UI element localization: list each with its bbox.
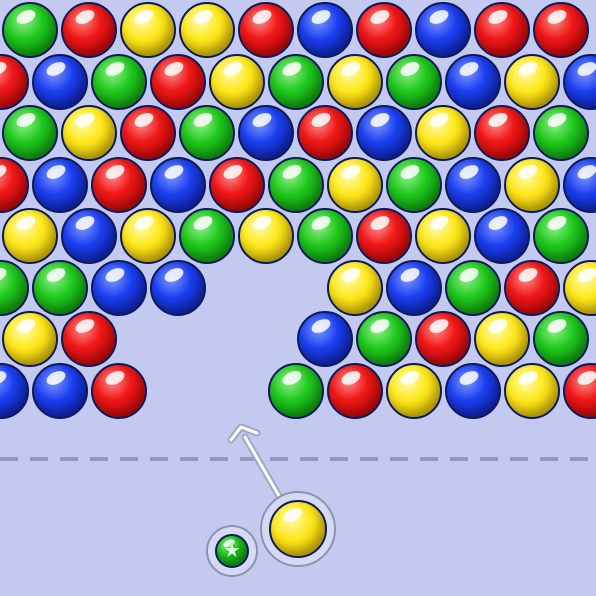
current-bubble[interactable]: [269, 500, 327, 558]
bubble-yellow: [474, 311, 530, 367]
bubble-red: [533, 2, 589, 58]
bubble-yellow: [238, 208, 294, 264]
bubble-blue: [563, 156, 596, 213]
bubble-green: [179, 208, 235, 264]
bubble-red: [61, 2, 117, 58]
bubble-yellow: [209, 53, 265, 110]
bubble-yellow: [563, 259, 596, 316]
bubble-yellow: [415, 208, 471, 264]
bubble-yellow: [179, 2, 235, 58]
bubble-green: [0, 259, 29, 316]
deadline-line: [0, 457, 596, 461]
bubble-green: [268, 156, 324, 213]
bubble-yellow: [61, 105, 117, 161]
bubble-red: [356, 208, 412, 264]
bubble-blue: [356, 105, 412, 161]
bubble-blue: [238, 105, 294, 161]
bubble-blue: [297, 2, 353, 58]
bubble-green: [179, 105, 235, 161]
bubble-green: [2, 2, 58, 58]
bubble-green: [533, 208, 589, 264]
bubble-green: [91, 53, 147, 110]
bubble-yellow: [120, 2, 176, 58]
bubble-yellow: [415, 105, 471, 161]
bubble-red: [356, 2, 412, 58]
bubble-yellow: [327, 259, 383, 316]
bubble-red: [209, 156, 265, 213]
bubble-green: [2, 105, 58, 161]
bubble-green: [297, 208, 353, 264]
game-area[interactable]: ★: [0, 0, 596, 596]
star-icon: ★: [223, 538, 241, 562]
bubble-blue: [415, 2, 471, 58]
bubble-yellow: [327, 53, 383, 110]
bubble-red: [91, 362, 147, 419]
bubble-red: [0, 156, 29, 213]
bubble-red: [474, 2, 530, 58]
bubble-red: [504, 259, 560, 316]
bubble-green: [533, 105, 589, 161]
bubble-yellow: [2, 208, 58, 264]
bubble-blue: [32, 156, 88, 213]
bubble-blue: [61, 208, 117, 264]
bubble-green: [356, 311, 412, 367]
bubble-green: [445, 259, 501, 316]
bubble-red: [0, 53, 29, 110]
bubble-yellow: [327, 156, 383, 213]
bubble-blue: [445, 156, 501, 213]
bubble-yellow: [2, 311, 58, 367]
bubble-green: [386, 156, 442, 213]
bubble-red: [563, 362, 596, 419]
bubble-blue: [0, 362, 29, 419]
bubble-yellow: [504, 53, 560, 110]
bubble-red: [297, 105, 353, 161]
bubble-blue: [386, 259, 442, 316]
bubble-red: [61, 311, 117, 367]
bubble-blue: [445, 53, 501, 110]
bubble-red: [120, 105, 176, 161]
bubble-green: [32, 259, 88, 316]
bubble-green: [268, 362, 324, 419]
bubble-yellow: [504, 156, 560, 213]
bubble-red: [474, 105, 530, 161]
bubble-green: [268, 53, 324, 110]
bubble-blue: [32, 53, 88, 110]
bubble-blue: [150, 259, 206, 316]
bubble-blue: [150, 156, 206, 213]
bubble-yellow: [386, 362, 442, 419]
bubble-green: [386, 53, 442, 110]
bubble-yellow: [504, 362, 560, 419]
bubble-blue: [445, 362, 501, 419]
bubble-blue: [297, 311, 353, 367]
bubble-blue: [91, 259, 147, 316]
bubble-red: [238, 2, 294, 58]
bubble-red: [91, 156, 147, 213]
bubble-blue: [563, 53, 596, 110]
bubble-blue: [32, 362, 88, 419]
bubble-red: [415, 311, 471, 367]
bubble-yellow: [120, 208, 176, 264]
bubble-red: [150, 53, 206, 110]
bubble-green: [533, 311, 589, 367]
bubble-red: [327, 362, 383, 419]
bubble-blue: [474, 208, 530, 264]
